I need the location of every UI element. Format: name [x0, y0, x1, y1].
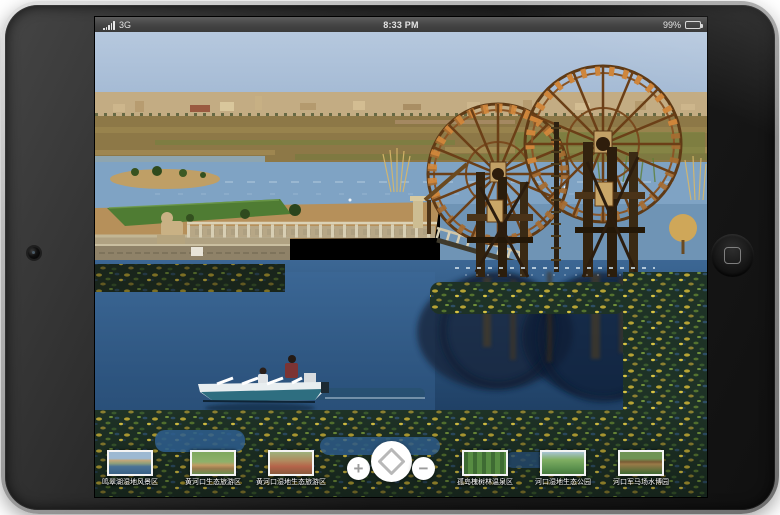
thumbnail[interactable]: 河口湿地生态公园 — [540, 450, 586, 476]
screen: 8:33 PM 3G 99% — [95, 17, 707, 497]
clock-label: 8:33 PM — [95, 20, 707, 30]
thumbnail-caption: 河口湿地生态公园 — [535, 478, 591, 488]
battery-icon — [685, 21, 701, 29]
thumbnail-caption: 孤岛槐树林温泉区 — [457, 478, 513, 488]
thumbnail-caption: 鸣翠湖湿地风景区 — [102, 478, 158, 488]
chevron-down-icon — [386, 468, 397, 474]
chevron-left-icon — [380, 456, 386, 467]
thumbnail-image — [542, 452, 584, 474]
front-camera-icon — [28, 247, 40, 259]
screenshot-stage: 8:33 PM 3G 99% — [0, 0, 780, 515]
thumbnail[interactable]: 河口军马场水博园 — [618, 450, 664, 476]
sky — [95, 32, 707, 98]
zoom-in-button[interactable]: + — [347, 457, 370, 480]
thumbnail-image — [620, 452, 662, 474]
thumbnail-image — [464, 452, 506, 474]
zoom-out-button[interactable]: − — [412, 457, 435, 480]
thumbnail-image — [192, 452, 234, 474]
thumbnail-image — [109, 452, 151, 474]
home-square-icon — [724, 247, 741, 264]
home-button[interactable] — [711, 234, 754, 277]
thumbnail-image — [270, 452, 312, 474]
battery-percent-label: 99% — [663, 20, 681, 30]
thumbnail[interactable]: 黄河口湿地生态旅游区 — [268, 450, 314, 476]
photo-viewport[interactable]: 鸣翠湖湿地风景区 黄河口生态旅游区 黄河口湿地生态旅游区 孤岛槐树林温泉区 河口… — [95, 32, 707, 497]
thumbnail-caption: 河口军马场水博园 — [613, 478, 669, 488]
chevron-up-icon — [386, 450, 397, 456]
thumbnail[interactable]: 孤岛槐树林温泉区 — [462, 450, 508, 476]
status-bar: 8:33 PM 3G 99% — [95, 17, 707, 32]
dpad-icon — [371, 441, 412, 482]
minus-icon: − — [419, 460, 429, 477]
photo-scene — [95, 32, 707, 497]
thumbnail[interactable]: 黄河口生态旅游区 — [190, 450, 236, 476]
thumbnail[interactable]: 鸣翠湖湿地风景区 — [107, 450, 153, 476]
thumbnail-caption: 黄河口湿地生态旅游区 — [256, 478, 326, 488]
thumbnail-caption: 黄河口生态旅游区 — [185, 478, 241, 488]
chevron-right-icon — [398, 456, 404, 467]
plus-icon: + — [354, 460, 364, 477]
pan-dpad[interactable] — [371, 441, 412, 482]
